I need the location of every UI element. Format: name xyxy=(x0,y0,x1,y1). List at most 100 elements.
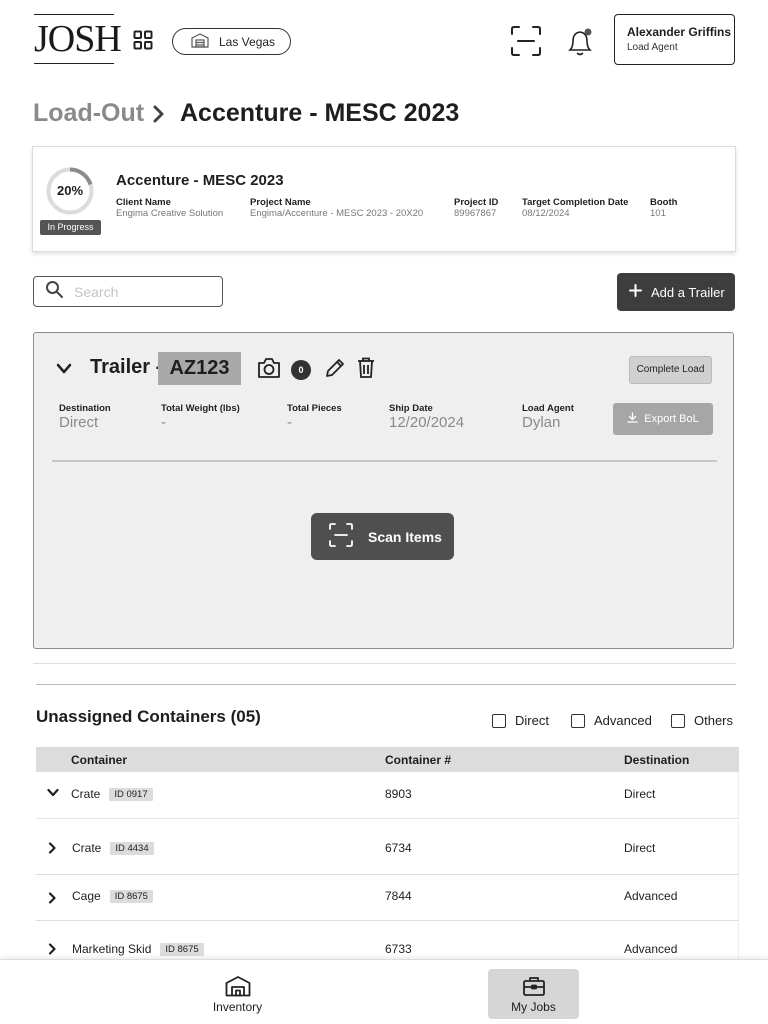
filter-label: Others xyxy=(694,713,734,728)
notification-bell-icon[interactable] xyxy=(566,26,596,58)
progress-percent: 20% xyxy=(56,183,84,198)
divider xyxy=(36,684,736,685)
user-profile-button[interactable]: Alexander Griffins Load Agent xyxy=(614,14,735,65)
nav-my-jobs[interactable]: My Jobs xyxy=(488,969,579,1019)
user-name: Alexander Griffins xyxy=(627,25,732,39)
trash-icon[interactable] xyxy=(356,357,376,379)
warehouse-icon xyxy=(191,32,209,51)
scan-icon[interactable] xyxy=(510,25,542,57)
checkbox[interactable] xyxy=(571,713,585,728)
divider xyxy=(52,460,717,462)
container-name: Crate ID 0917 xyxy=(71,787,153,801)
field-value: - xyxy=(287,414,292,431)
nav-inventory-label: Inventory xyxy=(212,1000,263,1014)
container-destination: Advanced xyxy=(624,889,678,903)
filter-direct[interactable]: Direct xyxy=(492,713,549,728)
scan-icon xyxy=(328,522,354,551)
field-value: Dylan xyxy=(522,414,561,431)
field-value: 101 xyxy=(650,208,666,219)
field-value: Engima Creative Solution xyxy=(116,208,224,219)
container-number: 7844 xyxy=(385,889,412,903)
warehouse-icon xyxy=(225,976,250,997)
container-type: Crate xyxy=(71,787,101,801)
total-pieces-field: Total Pieces - xyxy=(287,403,342,431)
field-label: Project ID xyxy=(454,197,499,208)
filter-advanced[interactable]: Advanced xyxy=(571,713,652,728)
container-number: 6733 xyxy=(385,942,412,956)
field-label: Total Weight (lbs) xyxy=(161,403,240,414)
chevron-down-icon[interactable] xyxy=(47,786,59,800)
field-value: 12/20/2024 xyxy=(389,414,465,431)
table-row[interactable]: Cage ID 8675 7844 Advanced xyxy=(36,875,739,921)
section-title: Unassigned Containers (05) xyxy=(36,707,261,726)
filter-label: Direct xyxy=(515,713,549,728)
bottom-navigation: Inventory My Jobs xyxy=(0,959,768,1024)
field-label: Load Agent xyxy=(522,403,574,414)
camera-icon[interactable] xyxy=(257,357,281,379)
search-icon xyxy=(45,280,64,304)
add-trailer-label: Add a Trailer xyxy=(651,284,725,300)
chevron-right-icon[interactable] xyxy=(48,892,56,907)
field-value: Direct xyxy=(59,414,99,431)
table-row[interactable]: Crate ID 0917 8903 Direct xyxy=(36,772,739,819)
container-id-chip: ID 8675 xyxy=(109,890,153,903)
collapse-chevron-icon[interactable] xyxy=(56,362,72,376)
trailer-id: AZ123 xyxy=(158,352,241,385)
josh-logo[interactable]: JOSH xyxy=(34,14,122,64)
client-name-field: Client Name Engima Creative Solution xyxy=(116,197,223,219)
project-title: Accenture - MESC 2023 xyxy=(116,172,284,189)
container-name: Marketing Skid ID 8675 xyxy=(72,942,204,956)
scan-items-label: Scan Items xyxy=(368,528,442,545)
search-input[interactable]: Search xyxy=(33,276,223,307)
load-agent-field: Load Agent Dylan xyxy=(522,403,574,431)
container-number: 6734 xyxy=(385,841,412,855)
field-label: Ship Date xyxy=(389,403,433,414)
container-type: Crate xyxy=(72,841,102,855)
trailer-prefix: Trailer - xyxy=(90,356,163,378)
container-type: Marketing Skid xyxy=(72,942,152,956)
nav-inventory[interactable]: Inventory xyxy=(192,969,283,1019)
trailer-destination-field: Destination Direct xyxy=(59,403,111,431)
column-header-container-number: Container # xyxy=(385,753,452,767)
filter-label: Advanced xyxy=(594,713,652,728)
container-destination: Direct xyxy=(624,787,656,801)
apps-grid-icon[interactable] xyxy=(133,30,153,50)
container-id-chip: ID 4434 xyxy=(110,842,154,855)
table-row[interactable]: Crate ID 4434 6734 Direct xyxy=(36,820,739,875)
chevron-right-icon[interactable] xyxy=(48,842,56,857)
container-name: Crate ID 4434 xyxy=(72,841,154,855)
container-id-chip: ID 0917 xyxy=(109,788,153,801)
scan-items-button[interactable]: Scan Items xyxy=(311,513,454,560)
chevron-right-icon xyxy=(152,104,166,124)
add-trailer-button[interactable]: Add a Trailer xyxy=(617,273,735,311)
container-destination: Advanced xyxy=(624,942,678,956)
field-label: Total Pieces xyxy=(287,403,342,414)
complete-load-button[interactable]: Complete Load xyxy=(629,356,712,384)
table-header: Container Container # Destination xyxy=(36,747,739,772)
container-id-chip: ID 8675 xyxy=(160,943,204,956)
location-selector[interactable]: Las Vegas xyxy=(172,28,291,55)
ship-date-field: Ship Date 12/20/2024 xyxy=(389,403,464,431)
field-value: Engima/Accenture - MESC 2023 - 20X20 xyxy=(250,208,424,219)
checkbox[interactable] xyxy=(492,713,506,728)
edit-pencil-icon[interactable] xyxy=(325,358,345,378)
export-bol-label: Export BoL xyxy=(644,413,699,425)
page-title: Accenture - MESC 2023 xyxy=(180,99,460,127)
checkbox[interactable] xyxy=(671,713,685,728)
container-type: Cage xyxy=(72,889,101,903)
field-label: Project Name xyxy=(250,197,311,208)
export-bol-button[interactable]: Export BoL xyxy=(613,403,713,435)
search-placeholder: Search xyxy=(74,283,119,300)
column-header-destination: Destination xyxy=(624,753,690,767)
divider xyxy=(33,663,736,664)
container-name: Cage ID 8675 xyxy=(72,889,153,903)
chevron-right-icon[interactable] xyxy=(48,943,56,958)
user-role: Load Agent xyxy=(627,42,678,53)
filter-others[interactable]: Others xyxy=(671,713,733,728)
breadcrumb-load-out[interactable]: Load-Out xyxy=(33,99,144,128)
container-destination: Direct xyxy=(624,841,656,855)
briefcase-icon xyxy=(522,977,545,996)
project-id-field: Project ID 89967867 xyxy=(454,197,498,219)
field-value: 08/12/2024 xyxy=(522,208,570,219)
plus-icon xyxy=(629,284,642,300)
